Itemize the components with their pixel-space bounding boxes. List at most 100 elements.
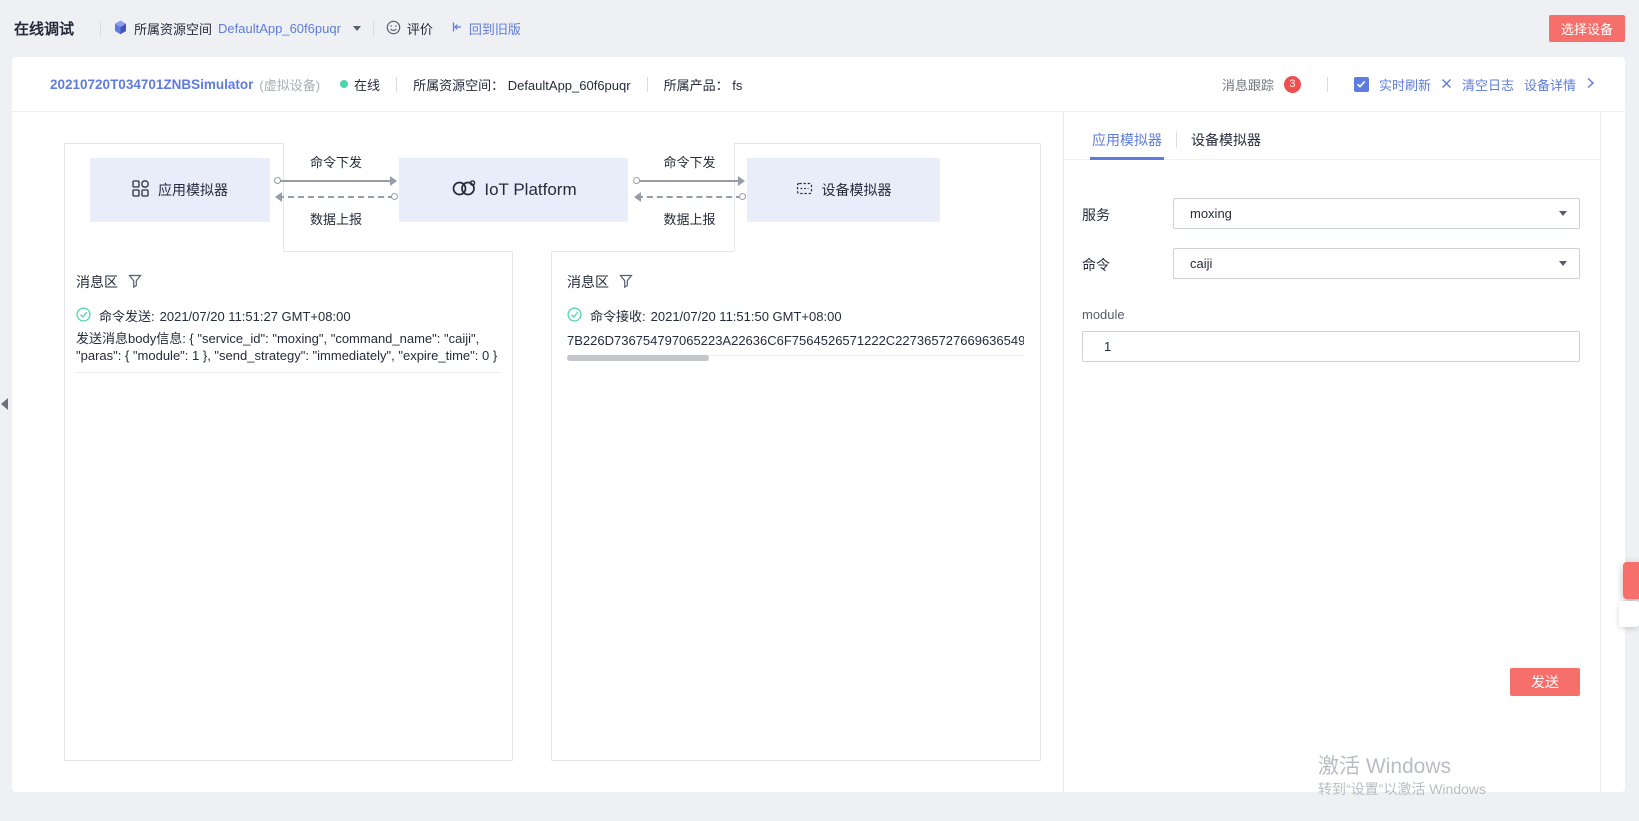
message-body-line1: 发送消息body信息: { "service_id": "moxing", "c… <box>76 331 500 347</box>
smiley-icon <box>386 20 401 38</box>
module-param-input[interactable] <box>1082 331 1580 362</box>
success-check-icon <box>76 307 91 326</box>
command-select[interactable]: caiji <box>1173 248 1580 279</box>
message-body-line2: "paras": { "module": 1 }, "send_strategy… <box>76 348 500 364</box>
panel-border <box>512 251 513 760</box>
command-down-label: 命令下发 <box>632 152 747 171</box>
chevron-right-icon <box>1586 77 1595 92</box>
back-label: 回到旧版 <box>469 19 521 38</box>
workspace-label: 所属资源空间： <box>413 78 504 93</box>
device-name-link[interactable]: 20210720T034701ZNBSimulator <box>50 77 253 92</box>
device-type-tag: (虚拟设备) <box>259 75 320 94</box>
module-param-label: module <box>1082 307 1125 322</box>
workspace-selector[interactable]: 所属资源空间 DefaultApp_60f6puqr <box>113 19 361 38</box>
data-up-arrow <box>637 196 742 198</box>
workspace-value: DefaultApp_60f6puqr <box>508 78 631 93</box>
event-time: 2021/07/20 11:51:27 GMT+08:00 <box>160 309 351 325</box>
page-title: 在线调试 <box>14 18 74 39</box>
data-up-arrow <box>278 196 394 198</box>
chevron-down-icon <box>1559 261 1567 266</box>
device-simulator-box: 设备模拟器 <box>747 158 940 222</box>
iot-platform-logo-icon <box>450 177 478 204</box>
main-card: 20210720T034701ZNBSimulator (虚拟设备) 在线 所属… <box>12 57 1625 792</box>
close-icon[interactable] <box>1441 77 1452 92</box>
panel-border <box>1040 143 1041 760</box>
iot-platform-label: IoT Platform <box>484 180 576 200</box>
divider <box>100 21 101 36</box>
message-trace-badge: 3 <box>1284 76 1301 93</box>
workspace-field: 所属资源空间： DefaultApp_60f6puqr <box>413 75 631 94</box>
online-debug-page: 在线调试 所属资源空间 DefaultApp_60f6puqr 评价 回到旧版 … <box>0 0 1639 821</box>
event-time: 2021/07/20 11:51:50 GMT+08:00 <box>651 309 842 325</box>
device-header: 20210720T034701ZNBSimulator (虚拟设备) 在线 所属… <box>12 57 1625 112</box>
message-area-title: 消息区 <box>76 272 118 292</box>
filter-funnel-icon[interactable] <box>619 274 633 291</box>
event-label: 命令接收: <box>590 309 646 325</box>
command-down-arrow <box>637 180 742 182</box>
select-device-button[interactable]: 选择设备 <box>1549 15 1625 42</box>
device-simulator-label: 设备模拟器 <box>822 180 892 200</box>
device-header-actions: 消息跟踪 3 实时刷新 清空日志 设备详情 <box>1222 75 1595 94</box>
chevron-down-icon <box>1559 211 1567 216</box>
device-status: 在线 <box>340 75 380 94</box>
command-value: caiji <box>1190 256 1212 271</box>
device-message-panel: 消息区 命令接收: 2021/07/20 11:51:50 GMT+08:00 … <box>551 251 1040 760</box>
clear-log-link[interactable]: 清空日志 <box>1462 75 1514 94</box>
rate-link[interactable]: 评价 <box>386 19 433 38</box>
simulator-tabs: 应用模拟器 设备模拟器 <box>1064 124 1600 160</box>
filter-funnel-icon[interactable] <box>128 274 142 291</box>
realtime-refresh-label: 实时刷新 <box>1379 75 1431 94</box>
status-text: 在线 <box>354 75 380 94</box>
app-grid-icon <box>132 180 149 200</box>
workspace-value[interactable]: DefaultApp_60f6puqr <box>218 21 341 36</box>
product-value: fs <box>732 78 742 93</box>
message-area-title: 消息区 <box>567 272 609 292</box>
back-arrow-icon <box>449 20 463 37</box>
product-field: 所属产品： fs <box>664 75 743 94</box>
divider <box>647 77 648 92</box>
app-message-panel: 消息区 命令发送: 2021/07/20 11:51:27 GMT+08:00 … <box>64 251 512 760</box>
back-to-old-link[interactable]: 回到旧版 <box>449 19 521 38</box>
panel-border <box>551 760 1041 761</box>
send-button[interactable]: 发送 <box>1510 668 1580 696</box>
panel-vertical-divider <box>1063 112 1064 792</box>
windows-activation-watermark-sub: 转到“设置”以激活 Windows <box>1318 779 1486 799</box>
data-up-label: 数据上报 <box>632 209 747 228</box>
device-dashed-icon <box>796 180 813 200</box>
app-simulator-box: 应用模拟器 <box>90 158 270 222</box>
chevron-down-icon <box>353 26 361 31</box>
iot-platform-box: IoT Platform <box>399 158 628 222</box>
platform-device-arrows: 命令下发 数据上报 <box>632 143 747 251</box>
divider <box>396 77 397 92</box>
divider <box>1327 77 1328 92</box>
payload-hex: 7B226D736754797065223A22636C6F7564526571… <box>567 333 1024 349</box>
service-value: moxing <box>1190 206 1232 221</box>
panel-border <box>64 760 513 761</box>
workspace-label: 所属资源空间 <box>134 19 212 38</box>
top-bar: 在线调试 所属资源空间 DefaultApp_60f6puqr 评价 回到旧版 … <box>0 0 1639 57</box>
message-entry: 命令接收: 2021/07/20 11:51:50 GMT+08:00 7B22… <box>567 307 1024 356</box>
command-down-label: 命令下发 <box>273 152 399 171</box>
tab-device-simulator[interactable]: 设备模拟器 <box>1191 130 1261 159</box>
service-select[interactable]: moxing <box>1173 198 1580 229</box>
cube-icon <box>113 20 128 38</box>
online-dot-icon <box>340 80 348 88</box>
entry-divider <box>76 372 500 373</box>
check-icon <box>1356 79 1366 89</box>
message-trace-label[interactable]: 消息跟踪 <box>1222 75 1274 94</box>
app-simulator-label: 应用模拟器 <box>158 180 228 200</box>
tab-app-simulator[interactable]: 应用模拟器 <box>1092 130 1162 159</box>
app-platform-arrows: 命令下发 数据上报 <box>273 143 399 251</box>
horizontal-scrollbar-thumb[interactable] <box>567 355 709 361</box>
feedback-side-tab[interactable] <box>1623 562 1639 599</box>
tab-divider <box>1176 132 1177 148</box>
windows-activation-watermark: 激活 Windows <box>1318 750 1451 780</box>
product-label: 所属产品： <box>664 78 729 93</box>
realtime-refresh-checkbox[interactable] <box>1354 77 1369 92</box>
device-detail-link[interactable]: 设备详情 <box>1524 75 1576 94</box>
scrollbar-track[interactable] <box>1600 112 1601 792</box>
message-entry: 命令发送: 2021/07/20 11:51:27 GMT+08:00 发送消息… <box>76 307 500 373</box>
command-down-arrow <box>278 180 394 182</box>
sidebar-collapse-icon[interactable] <box>1 398 8 410</box>
floating-widget[interactable] <box>1619 601 1639 627</box>
